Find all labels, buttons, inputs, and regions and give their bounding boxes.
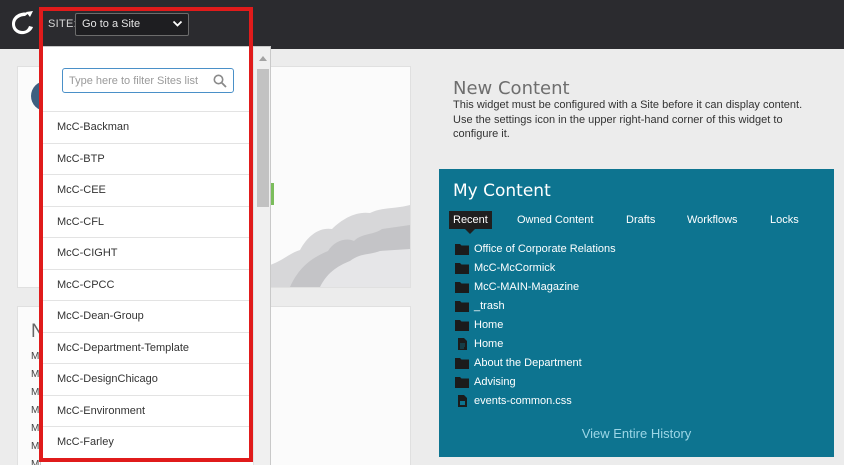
folder-icon: [455, 320, 469, 331]
site-list-item[interactable]: McC-Environment: [41, 394, 251, 427]
app-logo-icon[interactable]: [6, 8, 36, 38]
folder-icon: [455, 301, 469, 312]
list-item[interactable]: Office of Corporate Relations: [455, 241, 616, 257]
tab-drafts[interactable]: Drafts: [622, 211, 659, 229]
status-bar: [271, 183, 274, 205]
folder-icon: [455, 282, 469, 293]
site-select[interactable]: Go to a Site: [75, 13, 189, 36]
list-item[interactable]: Advising: [455, 374, 516, 390]
tab-workflows[interactable]: Workflows: [683, 211, 742, 229]
list-item[interactable]: McC-McCormick: [455, 260, 555, 276]
site-list-item[interactable]: McC-CFL: [41, 205, 251, 238]
my-content-dashlet: My Content Recent Owned Content Drafts W…: [439, 169, 834, 457]
item-label: McC-MAIN-Magazine: [474, 281, 580, 293]
list-item[interactable]: McC-MAIN-Magazine: [455, 279, 579, 295]
dashlet-line[interactable]: M: [31, 405, 39, 416]
site-list-item[interactable]: McC-Department-Template: [41, 331, 251, 364]
dashlet-line[interactable]: M: [31, 459, 39, 465]
item-label: Office of Corporate Relations: [474, 243, 616, 255]
list-item[interactable]: _trash: [455, 298, 505, 314]
site-label: SITE:: [48, 18, 78, 30]
folder-icon: [455, 377, 469, 388]
mountain-cloud-image: [270, 205, 410, 287]
tab-owned-content[interactable]: Owned Content: [513, 211, 597, 229]
dashlet-line[interactable]: M: [31, 387, 39, 398]
tab-locks[interactable]: Locks: [766, 211, 803, 229]
item-label: McC-McCormick: [474, 262, 556, 274]
item-label: Advising: [474, 376, 516, 388]
site-list-item[interactable]: McC-CIGHT: [41, 237, 251, 269]
dashlet-line[interactable]: M: [31, 369, 39, 380]
dashlet-line[interactable]: M: [31, 423, 39, 434]
site-filter[interactable]: [62, 68, 234, 93]
list-item[interactable]: events-common.css: [455, 393, 572, 409]
item-label: events-common.css: [474, 395, 572, 407]
new-content-title: New Content: [453, 78, 570, 99]
file-icon: [458, 395, 467, 407]
list-item[interactable]: Home: [455, 336, 503, 352]
dashlet-line[interactable]: M: [31, 351, 39, 362]
item-label: Home: [474, 338, 504, 350]
search-icon[interactable]: [213, 74, 227, 88]
new-content-message: This widget must be configured with a Si…: [453, 99, 803, 140]
site-filter-input[interactable]: [69, 73, 209, 89]
top-bar: SITE: Go to a Site: [0, 0, 844, 49]
view-history-link[interactable]: View Entire History: [439, 426, 834, 441]
item-label: About the Department: [474, 357, 582, 369]
chevron-down-icon: [172, 20, 183, 27]
site-list-item[interactable]: McC-CEE: [41, 174, 251, 206]
scroll-thumb[interactable]: [257, 69, 269, 207]
document-icon: [458, 338, 467, 350]
site-list-item[interactable]: McC-CPCC: [41, 268, 251, 301]
list-item[interactable]: About the Department: [455, 355, 582, 371]
site-list-item[interactable]: McC-Farley: [41, 426, 251, 458]
site-list-item[interactable]: McC-Backman: [41, 111, 251, 143]
folder-icon: [455, 358, 469, 369]
site-list-item[interactable]: McC-BTP: [41, 142, 251, 175]
folder-icon: [455, 244, 469, 255]
my-content-title: My Content: [453, 181, 551, 201]
folder-icon: [455, 263, 469, 274]
dashlet-line[interactable]: M: [31, 441, 39, 452]
site-list-item[interactable]: McC-DesignChicago: [41, 363, 251, 395]
item-label: _trash: [474, 300, 505, 312]
site-dropdown: McC-Backman McC-BTP McC-CEE McC-CFL McC-…: [40, 46, 271, 465]
tab-recent[interactable]: Recent: [449, 211, 492, 234]
dropdown-scrollbar[interactable]: [253, 47, 270, 465]
site-list-item[interactable]: McC-Dean-Group: [41, 300, 251, 332]
site-select-value: Go to a Site: [82, 18, 141, 30]
scroll-up-icon[interactable]: [259, 56, 267, 61]
item-label: Home: [474, 319, 504, 331]
list-item[interactable]: Home: [455, 317, 503, 333]
